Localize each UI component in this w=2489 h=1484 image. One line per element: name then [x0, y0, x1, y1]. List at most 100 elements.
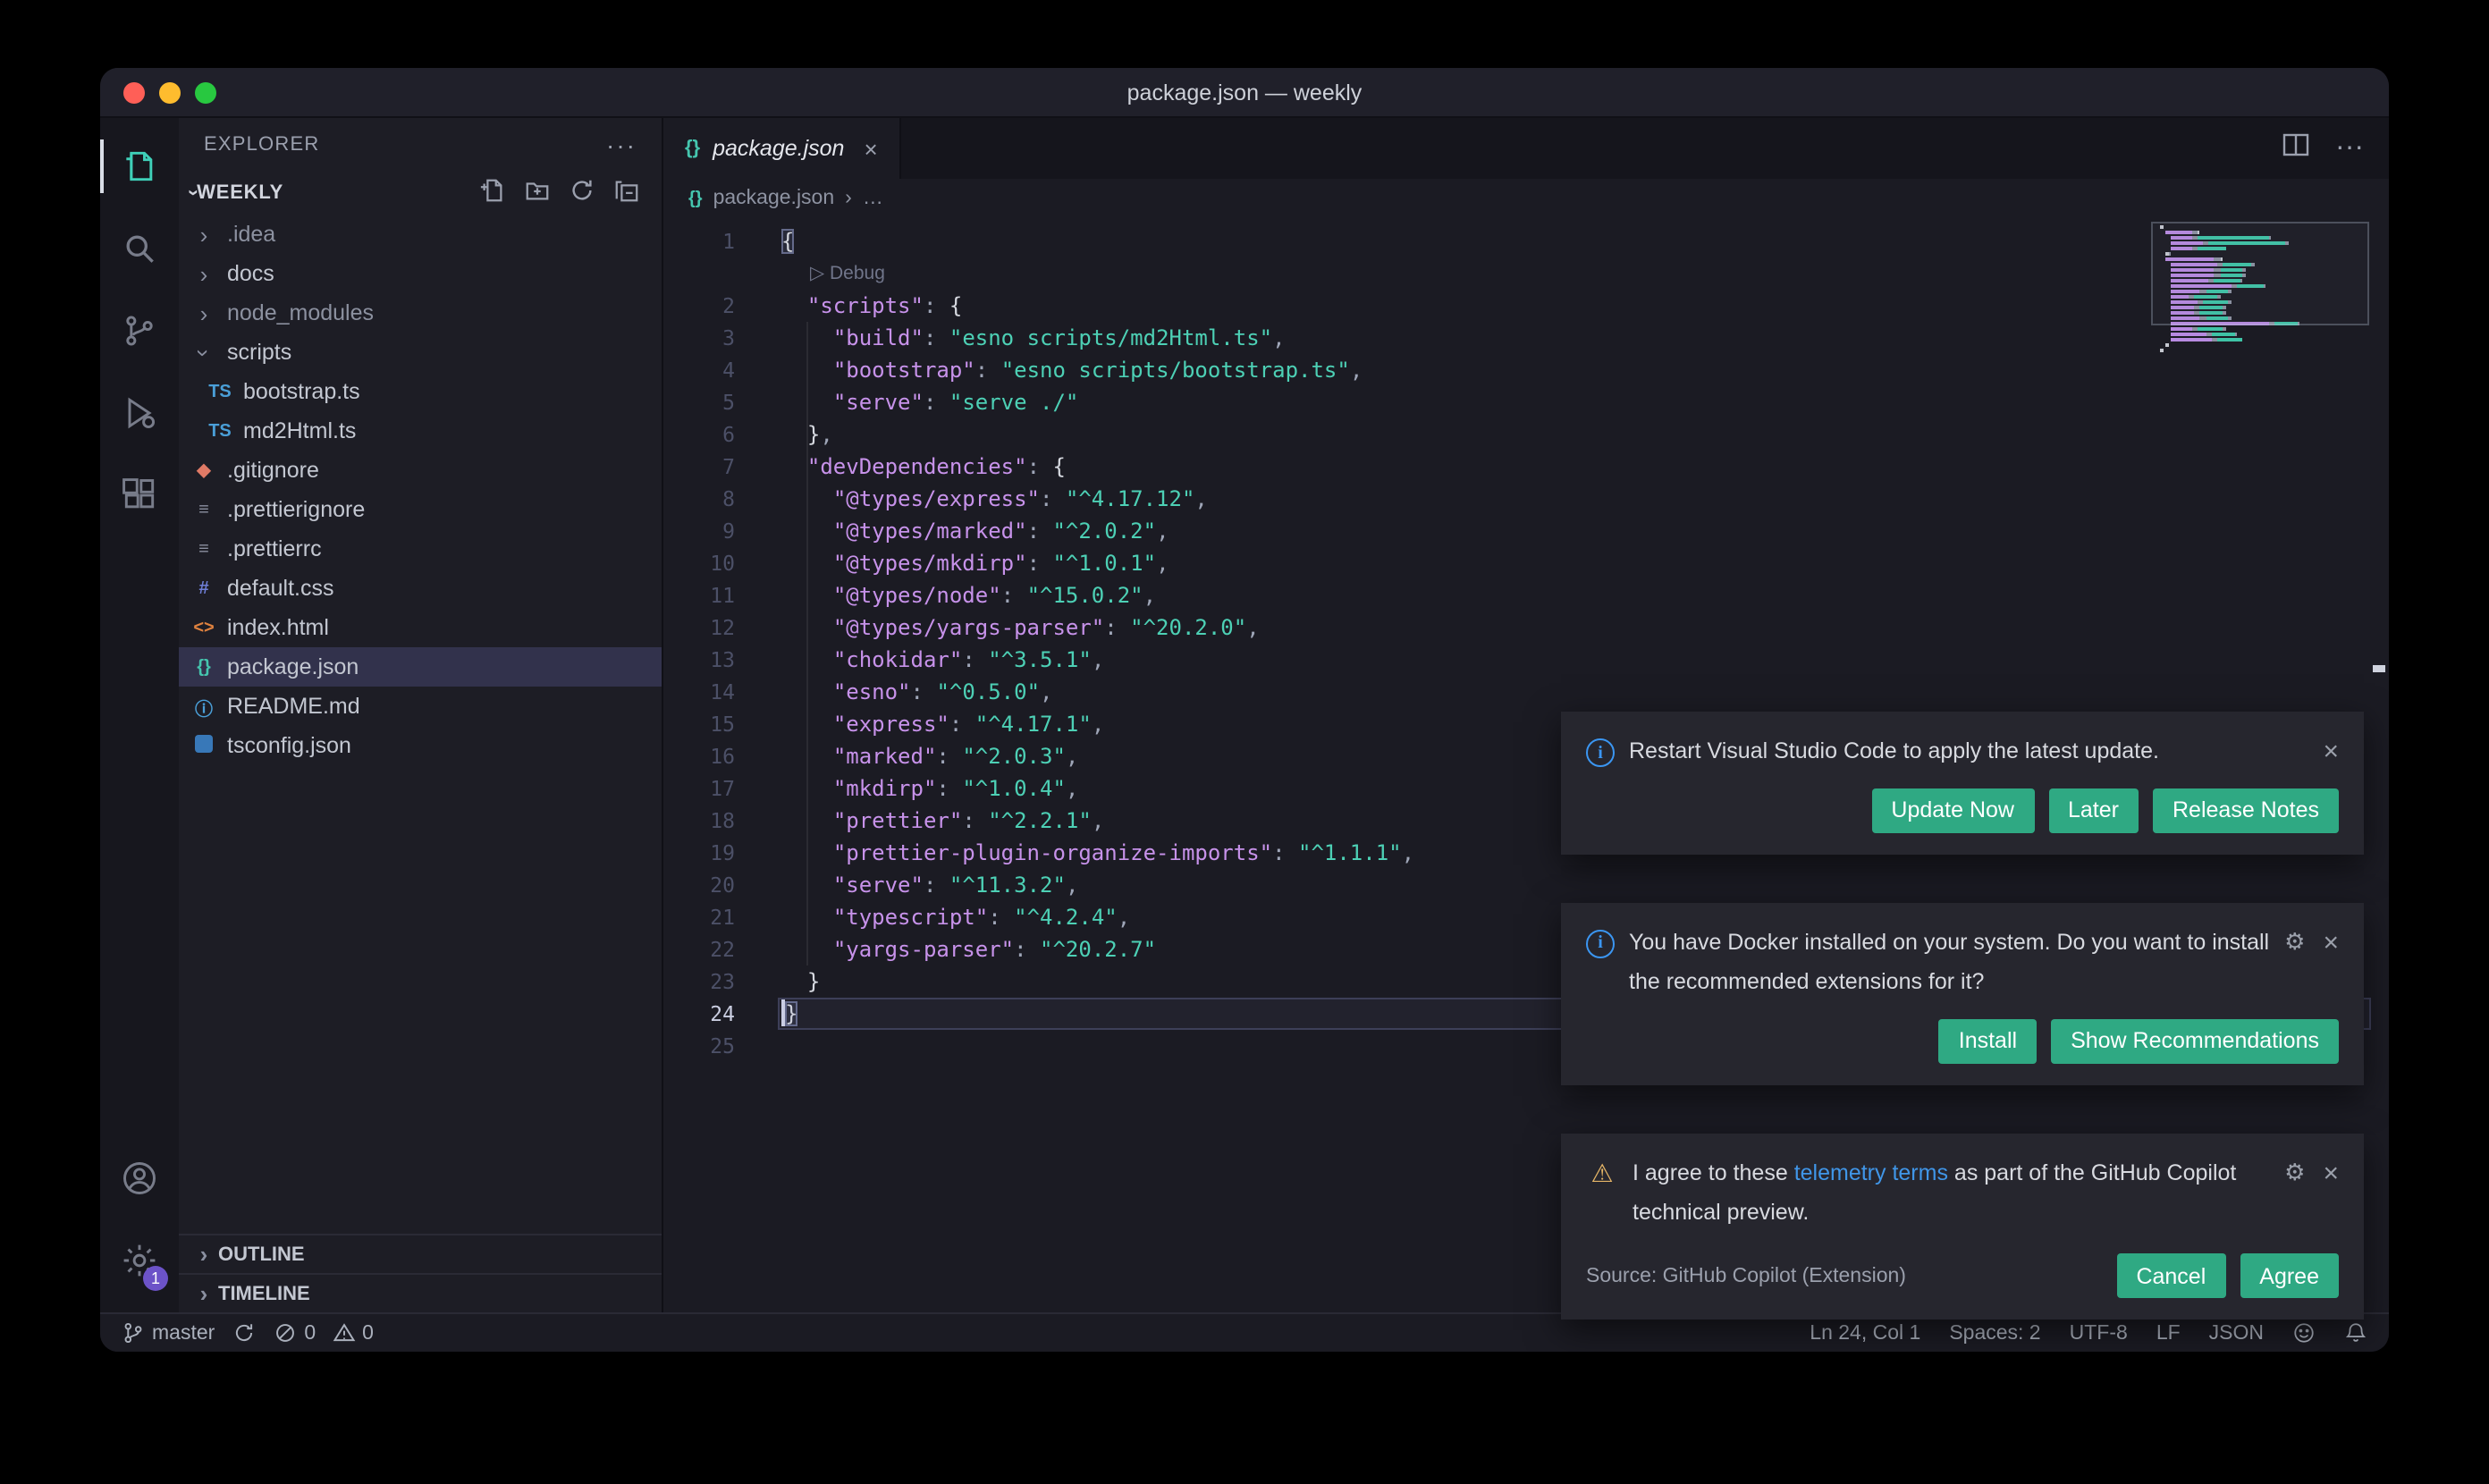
problems-item[interactable]: 0 0 — [274, 1321, 374, 1345]
account-icon[interactable] — [100, 1137, 179, 1219]
tree-item-index-html[interactable]: <> index.html — [179, 608, 662, 647]
tree-item--prettierrc[interactable]: ≡ .prettierrc — [179, 529, 662, 569]
line-number: 14 — [710, 679, 735, 704]
tree-item-md2html-ts[interactable]: TS md2Html.ts — [179, 411, 662, 451]
json-file-icon: {} — [688, 189, 703, 208]
overview-ruler-cursor-mark — [2373, 665, 2385, 672]
codelens-row[interactable]: ▷ Debug — [663, 257, 2389, 290]
minimap-line — [2160, 349, 2360, 352]
tree-item-label: node_modules — [227, 300, 375, 325]
notification-gear-icon[interactable]: ⚙ — [2284, 1159, 2305, 1187]
tree-item-default-css[interactable]: # default.css — [179, 569, 662, 608]
later-button[interactable]: Later — [2048, 788, 2139, 833]
status-indentation[interactable]: Spaces: 2 — [1949, 1322, 2040, 1344]
codelens-debug[interactable]: ▷ Debug — [781, 257, 885, 290]
code-line[interactable]: 9 "@types/marked": "^2.0.2", — [663, 515, 2389, 547]
sync-item[interactable] — [232, 1321, 256, 1345]
source-control-icon[interactable] — [100, 290, 179, 372]
breadcrumb-file[interactable]: package.json — [713, 188, 835, 209]
collapse-all-icon[interactable] — [613, 177, 640, 209]
show-recommendations-button[interactable]: Show Recommendations — [2051, 1018, 2339, 1064]
feedback-icon[interactable] — [2292, 1321, 2316, 1345]
git-branch-item[interactable]: master — [122, 1321, 215, 1345]
code-line[interactable]: 2 "scripts": { — [663, 290, 2389, 322]
code-line[interactable]: 4 "bootstrap": "esno scripts/bootstrap.t… — [663, 354, 2389, 386]
telemetry-terms-link[interactable]: telemetry terms — [1794, 1159, 1948, 1185]
workspace-section[interactable]: › WEEKLY — [179, 172, 662, 215]
code-line[interactable]: 10 "@types/mkdirp": "^1.0.1", — [663, 547, 2389, 579]
status-cursor-position[interactable]: Ln 24, Col 1 — [1810, 1322, 1920, 1344]
status-language-mode[interactable]: JSON — [2209, 1322, 2264, 1344]
timeline-panel[interactable]: › TIMELINE — [179, 1273, 662, 1312]
outline-panel[interactable]: › OUTLINE — [179, 1234, 662, 1273]
chevron-down-icon: › — [182, 189, 205, 198]
code-line[interactable]: 3 "build": "esno scripts/md2Html.ts", — [663, 322, 2389, 354]
sidebar-more-icon[interactable]: ··· — [606, 131, 637, 159]
explorer-icon[interactable] — [100, 125, 179, 207]
new-file-icon[interactable] — [479, 177, 506, 209]
tree-item-readme-md[interactable]: ⓘ README.md — [179, 687, 662, 726]
minimize-window-button[interactable] — [159, 82, 181, 104]
status-encoding[interactable]: UTF-8 — [2070, 1322, 2128, 1344]
tree-item-bootstrap-ts[interactable]: TS bootstrap.ts — [179, 372, 662, 411]
code-line[interactable]: 1{ — [663, 225, 2389, 257]
notifications-bell-icon[interactable] — [2344, 1321, 2367, 1345]
notification-close-icon[interactable]: × — [2323, 928, 2339, 958]
line-content: "marked": "^2.0.3", — [832, 744, 1079, 769]
notification-close-icon[interactable]: × — [2323, 1158, 2339, 1188]
code-line[interactable]: 6 }, — [663, 418, 2389, 451]
agree-button[interactable]: Agree — [2240, 1253, 2339, 1299]
minimap[interactable] — [2151, 222, 2369, 359]
status-eol[interactable]: LF — [2156, 1322, 2181, 1344]
code-line[interactable]: 7 "devDependencies": { — [663, 451, 2389, 483]
tree-item--idea[interactable]: › .idea — [179, 215, 662, 254]
tree-item-docs[interactable]: › docs — [179, 254, 662, 293]
line-content: "typescript": "^4.2.4", — [832, 905, 1131, 930]
refresh-icon[interactable] — [569, 177, 595, 209]
code-line[interactable]: 12 "@types/yargs-parser": "^20.2.0", — [663, 611, 2389, 644]
notification-gear-icon[interactable]: ⚙ — [2284, 929, 2305, 957]
branch-icon — [124, 1322, 142, 1344]
search-icon[interactable] — [100, 207, 179, 290]
tab-package-json[interactable]: {} package.json × — [663, 118, 901, 179]
line-content: "devDependencies": { — [806, 454, 1066, 479]
line-content: "@types/express": "^4.17.12", — [832, 486, 1208, 511]
new-folder-icon[interactable] — [524, 177, 551, 209]
update-now-button[interactable]: Update Now — [1871, 788, 2034, 833]
extensions-icon[interactable] — [100, 454, 179, 536]
tree-item-scripts[interactable]: › scripts — [179, 333, 662, 372]
line-number: 7 — [722, 454, 735, 479]
notification-source: Source: GitHub Copilot (Extension) — [1586, 1265, 1906, 1287]
code-line[interactable]: 8 "@types/express": "^4.17.12", — [663, 483, 2389, 515]
editor-more-icon[interactable]: ··· — [2335, 132, 2364, 164]
line-content: } — [781, 998, 798, 1030]
minimap-slider[interactable] — [2151, 222, 2369, 325]
prettier-file-icon: ≡ — [198, 539, 209, 559]
code-line[interactable]: 13 "chokidar": "^3.5.1", — [663, 644, 2389, 676]
tree-item-tsconfig-json[interactable]: tsconfig.json — [179, 726, 662, 765]
maximize-window-button[interactable] — [195, 82, 216, 104]
install-button[interactable]: Install — [1938, 1018, 2038, 1064]
settings-gear-icon[interactable]: 1 — [100, 1219, 179, 1302]
code-line[interactable]: 5 "serve": "serve ./" — [663, 386, 2389, 418]
tree-item--gitignore[interactable]: ◆ .gitignore — [179, 451, 662, 490]
tree-item-label: bootstrap.ts — [243, 379, 360, 404]
cancel-button[interactable]: Cancel — [2116, 1253, 2226, 1299]
run-debug-icon[interactable] — [100, 372, 179, 454]
code-line[interactable]: 11 "@types/node": "^15.0.2", — [663, 579, 2389, 611]
code-line[interactable]: 14 "esno": "^0.5.0", — [663, 676, 2389, 708]
breadcrumb-more[interactable]: … — [863, 188, 883, 209]
line-content: "prettier-plugin-organize-imports": "^1.… — [832, 840, 1415, 865]
line-number: 5 — [722, 390, 735, 415]
release-notes-button[interactable]: Release Notes — [2153, 788, 2339, 833]
tree-item-node-modules[interactable]: › node_modules — [179, 293, 662, 333]
tree-item--prettierignore[interactable]: ≡ .prettierignore — [179, 490, 662, 529]
close-window-button[interactable] — [123, 82, 145, 104]
notification-stack: i Restart Visual Studio Code to apply the… — [1561, 712, 2364, 1320]
tree-item-package-json[interactable]: {} package.json — [179, 647, 662, 687]
split-editor-icon[interactable] — [2282, 130, 2310, 167]
notification-close-icon[interactable]: × — [2323, 737, 2339, 767]
tab-close-icon[interactable]: × — [864, 135, 877, 162]
notification-message: I agree to these telemetry terms as part… — [1633, 1154, 2270, 1233]
info-icon: i — [1586, 738, 1615, 767]
